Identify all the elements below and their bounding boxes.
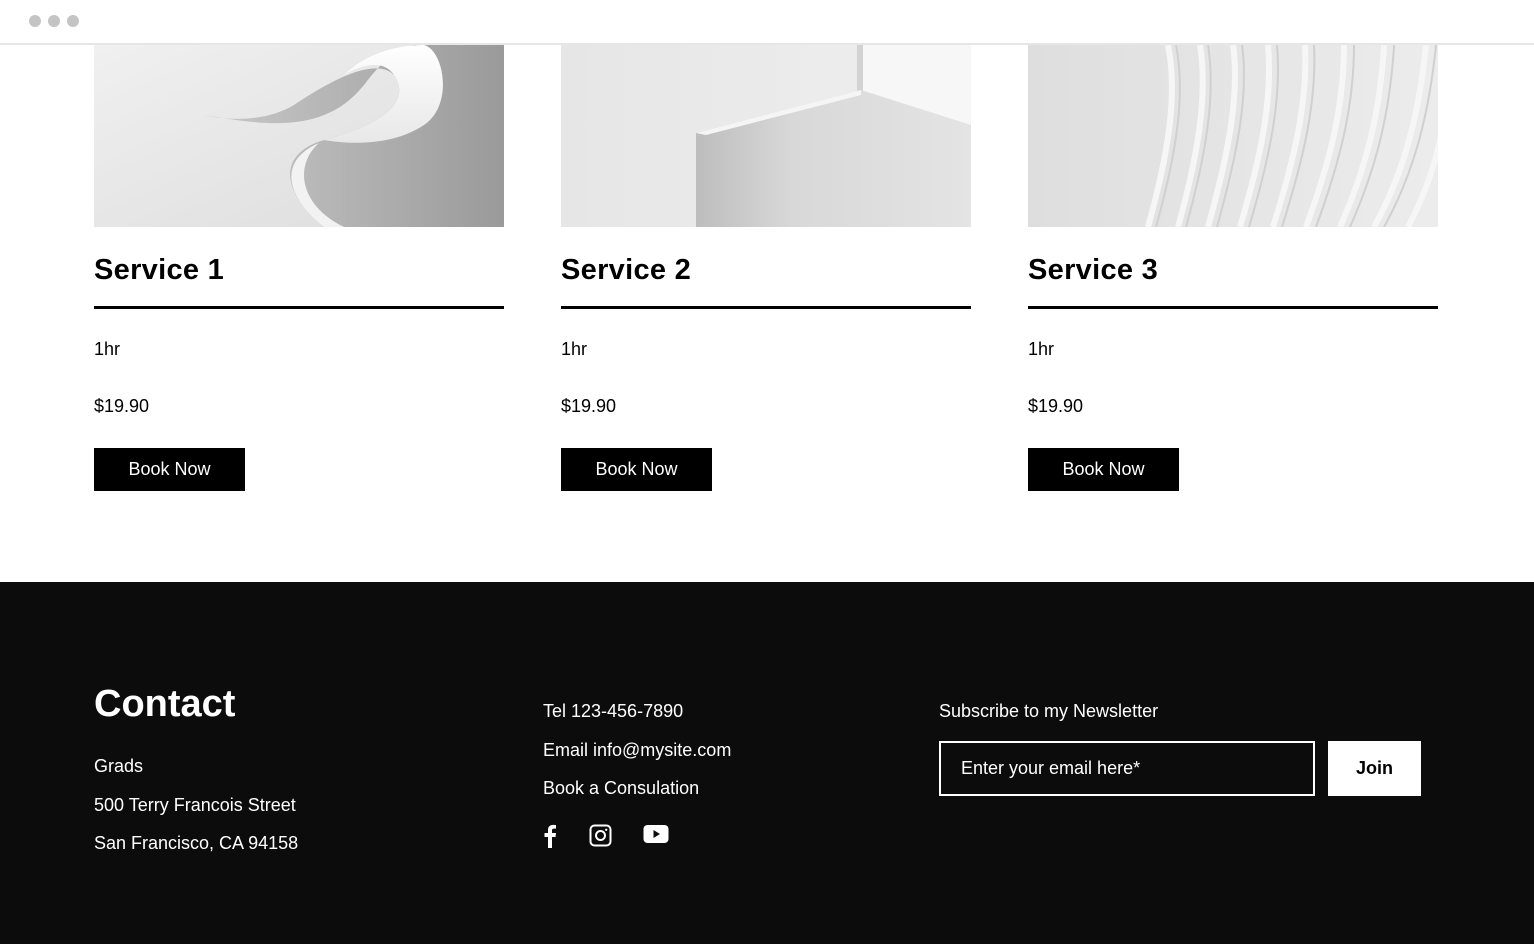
divider — [1028, 306, 1438, 309]
book-consultation-link[interactable]: Book a Consulation — [543, 778, 699, 799]
facebook-icon[interactable] — [543, 824, 557, 853]
book-now-button[interactable]: Book Now — [561, 448, 712, 491]
divider — [561, 306, 971, 309]
contact-title: Contact — [94, 683, 236, 725]
service-card: Service 1 1hr $19.90 Book Now — [94, 45, 504, 491]
service-price: $19.90 — [561, 396, 617, 416]
window-control-dot[interactable] — [48, 15, 60, 27]
service-title: Service 1 — [94, 254, 225, 286]
email-input[interactable] — [939, 741, 1315, 796]
phone-text: Tel 123-456-7890 — [543, 701, 684, 721]
service-duration: 1hr — [561, 339, 588, 359]
address-line: Grads — [94, 756, 144, 776]
service-duration: 1hr — [1028, 339, 1055, 359]
book-now-button[interactable]: Book Now — [94, 448, 245, 491]
address-line: San Francisco, CA 94158 — [94, 833, 299, 853]
service-price: $19.90 — [1028, 396, 1084, 416]
window-control-dot[interactable] — [29, 15, 41, 27]
newsletter-title: Subscribe to my Newsletter — [939, 701, 1159, 721]
service-image — [561, 45, 971, 227]
browser-top-bar — [0, 0, 1534, 45]
service-price: $19.90 — [94, 396, 150, 416]
service-title: Service 2 — [561, 254, 692, 286]
service-image — [1028, 45, 1438, 227]
youtube-icon[interactable] — [643, 824, 669, 849]
service-card: Service 3 1hr $19.90 Book Now — [1028, 45, 1438, 491]
service-duration: 1hr — [94, 339, 121, 359]
service-card: Service 2 1hr $19.90 Book Now — [561, 45, 971, 491]
divider — [94, 306, 504, 309]
footer: Contact Grads 500 Terry Francois Street … — [0, 582, 1534, 944]
window-control-dot[interactable] — [67, 15, 79, 27]
address-line: 500 Terry Francois Street — [94, 795, 296, 815]
instagram-icon[interactable] — [589, 824, 612, 852]
join-button[interactable]: Join — [1328, 741, 1421, 796]
service-title: Service 3 — [1028, 254, 1159, 286]
email-link[interactable]: Email info@mysite.com — [543, 740, 731, 761]
service-image — [94, 45, 504, 227]
book-now-button[interactable]: Book Now — [1028, 448, 1179, 491]
